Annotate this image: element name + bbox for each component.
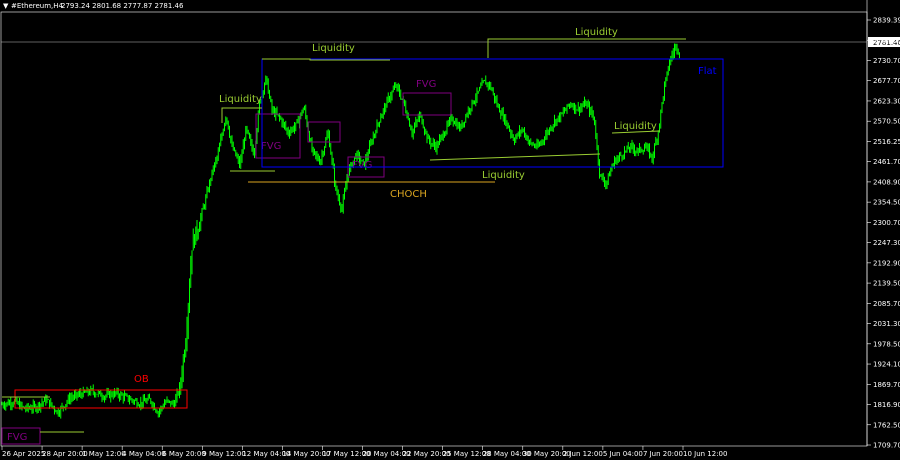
chart-symbol-title: #Ethereum,H4	[11, 2, 64, 10]
liquidity-label-5: Liquidity	[575, 27, 618, 38]
price-tick-label: 2139.50	[873, 280, 900, 288]
liquidity-label-1: Liquidity	[219, 94, 262, 105]
price-tick-label: 2570.50	[873, 118, 900, 126]
liquidity-label-3: Liquidity	[312, 43, 355, 54]
price-tick-label: 1869.70	[873, 381, 900, 389]
price-tick-label: 2623.30	[873, 97, 900, 105]
price-tick-label: 1709.70	[873, 442, 900, 450]
price-tick-label: 2461.70	[873, 158, 900, 166]
price-tick-label: 2031.30	[873, 320, 900, 328]
fvg-label-5: FVG	[416, 79, 436, 90]
chart-header-arrow[interactable]: ▼	[3, 2, 9, 10]
time-tick-label: 2 Jun 12:00	[563, 450, 603, 458]
time-tick-label: 1 May 12:00	[82, 450, 126, 458]
ob-label: OB	[134, 374, 149, 385]
price-tick-label: 1978.50	[873, 340, 900, 348]
time-tick-label: 26 Apr 2025	[2, 450, 45, 458]
liquidity-label-6: Liquidity	[614, 121, 657, 132]
time-tick-label: 4 May 04:00	[122, 450, 166, 458]
price-tick-label: 2192.90	[873, 259, 900, 267]
fvg-label-4: FVG	[352, 160, 372, 171]
price-tick-label: 2408.90	[873, 178, 900, 186]
price-tick-label: 2085.70	[873, 300, 900, 308]
price-tick-label: 1762.50	[873, 421, 900, 429]
time-tick-label: 5 Jun 04:00	[603, 450, 643, 458]
chart-ohlc-readout: 2793.24 2801.68 2777.87 2781.46	[61, 2, 184, 10]
price-tick-label: 2247.30	[873, 239, 900, 247]
choch-label: CHOCH	[390, 189, 427, 200]
liquidity-label-4: Liquidity	[482, 170, 525, 181]
time-tick-label: 7 Jun 20:00	[643, 450, 683, 458]
price-tick-label: 2516.25	[873, 138, 900, 146]
time-tick-label: 9 May 12:00	[202, 450, 246, 458]
price-tick-label: 2300.70	[873, 219, 900, 227]
price-tick-label: 1816.90	[873, 401, 900, 409]
price-tick-label: 1924.10	[873, 361, 900, 369]
price-tick-label: 2677.70	[873, 77, 900, 85]
price-tick-label: 2784.55	[873, 37, 900, 45]
time-tick-label: 6 May 20:00	[162, 450, 206, 458]
flat-label: Flat	[698, 66, 717, 77]
chart-background	[0, 0, 900, 460]
fvg-label-1: FVG	[7, 432, 27, 443]
price-chart[interactable]: ▼ #Ethereum,H4 2793.24 2801.68 2777.87 2…	[0, 0, 900, 460]
price-tick-label: 2730.70	[873, 57, 900, 65]
price-tick-label: 2839.39	[873, 17, 900, 25]
time-tick-label: 10 Jun 12:00	[683, 450, 727, 458]
price-tick-label: 2354.50	[873, 199, 900, 207]
fvg-label-2: FVG	[261, 141, 281, 152]
time-tick-label: 28 Apr 20:00	[42, 450, 88, 458]
